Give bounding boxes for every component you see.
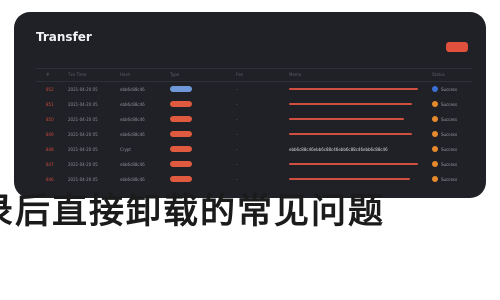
row-memo-bar <box>289 163 418 165</box>
header-col-type: Type <box>170 72 180 77</box>
row-id[interactable]: 847 <box>46 162 54 167</box>
status-dot-icon <box>432 86 438 92</box>
status-dot-icon <box>432 176 438 182</box>
table-row[interactable]: 848 2021-04-20 05 Crypt - ebb6c88c46ebb6c88c… <box>14 142 486 157</box>
row-id[interactable]: 846 <box>46 177 54 182</box>
row-hash[interactable]: ebb6c88c46 <box>120 177 145 182</box>
row-memo-bar <box>289 118 404 120</box>
row-id[interactable]: 850 <box>46 117 54 122</box>
row-hash[interactable]: ebb6c88c46 <box>120 87 145 92</box>
row-time: 2021-04-20 05 <box>68 87 98 92</box>
row-fee-mark: - <box>236 177 238 182</box>
header-col-memo: Memo <box>289 72 302 77</box>
row-fee-mark: - <box>236 87 238 92</box>
row-status-label: Success <box>441 147 458 152</box>
panel-title: Transfer <box>36 30 92 44</box>
row-id[interactable]: 849 <box>46 132 54 137</box>
row-status-label: Success <box>441 87 458 92</box>
header-col-id: # <box>46 72 50 77</box>
row-status-label: Success <box>441 132 458 137</box>
table-row[interactable]: 850 2021-04-20 05 ebb6c88c46 - Success <box>14 112 486 127</box>
panel-action-button[interactable] <box>446 42 468 52</box>
row-type-badge <box>170 131 192 137</box>
row-memo-bar <box>289 88 418 90</box>
row-time: 2021-04-20 05 <box>68 102 98 107</box>
table-body: 852 2021-04-20 05 ebb6c88c46 - Success 851 202… <box>14 82 486 187</box>
row-type-badge <box>170 86 192 92</box>
transfer-panel: Transfer # Txn Time Hash Type Fee Memo S… <box>14 12 486 198</box>
row-time: 2021-04-20 05 <box>68 147 98 152</box>
table-row[interactable]: 852 2021-04-20 05 ebb6c88c46 - Success <box>14 82 486 97</box>
header-col-fee: Fee <box>236 72 244 77</box>
row-hash[interactable]: ebb6c88c46 <box>120 102 145 107</box>
row-time: 2021-04-20 05 <box>68 177 98 182</box>
status-dot-icon <box>432 101 438 107</box>
row-type-badge <box>170 116 192 122</box>
header-col-status: Status <box>432 72 445 77</box>
row-id[interactable]: 851 <box>46 102 54 107</box>
row-hash[interactable]: ebb6c88c46 <box>120 162 145 167</box>
row-type-badge <box>170 146 192 152</box>
row-fee-mark: - <box>236 147 238 152</box>
row-id[interactable]: 852 <box>46 87 54 92</box>
row-hash[interactable]: ebb6c88c46 <box>120 117 145 122</box>
row-type-badge <box>170 161 192 167</box>
row-fee-mark: - <box>236 102 238 107</box>
status-dot-icon <box>432 116 438 122</box>
row-status-label: Success <box>441 102 458 107</box>
row-fee-mark: - <box>236 117 238 122</box>
header-col-time: Txn Time <box>68 72 87 77</box>
row-time: 2021-04-20 05 <box>68 117 98 122</box>
row-status-label: Success <box>441 177 458 182</box>
row-type-badge <box>170 101 192 107</box>
row-time: 2021-04-20 05 <box>68 132 98 137</box>
table-row[interactable]: 851 2021-04-20 05 ebb6c88c46 - Success <box>14 97 486 112</box>
row-memo-bar <box>289 133 412 135</box>
row-id[interactable]: 848 <box>46 147 54 152</box>
status-dot-icon <box>432 161 438 167</box>
row-memo: ebb6c88c46ebb6c88c46ebb6c88c46ebb6c88c46 <box>289 147 388 152</box>
row-status-label: Success <box>441 162 458 167</box>
row-status-label: Success <box>441 117 458 122</box>
row-time: 2021-04-20 05 <box>68 162 98 167</box>
header-col-hash: Hash <box>120 72 131 77</box>
row-hash[interactable]: Crypt <box>120 147 131 152</box>
status-dot-icon <box>432 146 438 152</box>
table-row[interactable]: 847 2021-04-20 05 ebb6c88c46 - Success <box>14 157 486 172</box>
row-memo-bar <box>289 178 410 180</box>
row-memo-bar <box>289 103 412 105</box>
row-fee-mark: - <box>236 132 238 137</box>
row-hash[interactable]: ebb6c88c46 <box>120 132 145 137</box>
table-row[interactable]: 846 2021-04-20 05 ebb6c88c46 - Success <box>14 172 486 187</box>
row-fee-mark: - <box>236 162 238 167</box>
table-row[interactable]: 849 2021-04-20 05 ebb6c88c46 - Success <box>14 127 486 142</box>
row-type-badge <box>170 176 192 182</box>
page-caption: 录后直接卸载的常见问题 <box>0 191 386 232</box>
table-header: # Txn Time Hash Type Fee Memo Status <box>36 68 472 82</box>
status-dot-icon <box>432 131 438 137</box>
